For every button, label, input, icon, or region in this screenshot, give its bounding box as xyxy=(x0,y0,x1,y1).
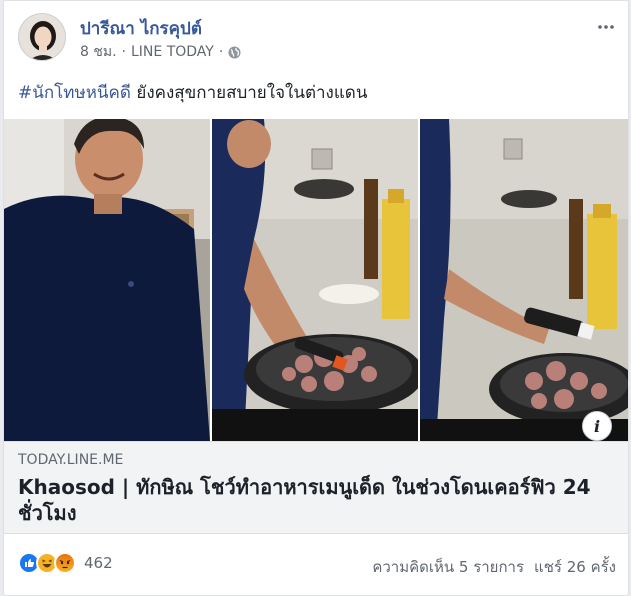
reactions-summary[interactable]: 462 xyxy=(18,552,113,574)
post-footer: 462 ความคิดเห็น 5 รายการ แชร์ 26 ครั้ง xyxy=(18,548,616,578)
link-domain: TODAY.LINE.ME xyxy=(18,452,124,468)
post-time[interactable]: 8 ชม. xyxy=(80,41,117,63)
info-button[interactable]: i xyxy=(582,411,612,441)
more-options-icon[interactable] xyxy=(596,19,616,29)
angry-icon xyxy=(54,552,76,574)
post-text: ยังคงสุขกายสบายใจในต่างแดน xyxy=(130,83,368,103)
link-preview[interactable]: TODAY.LINE.ME Khaosod | ทักษิณ โชว์ทำอาห… xyxy=(4,441,628,534)
link-preview-image[interactable]: i xyxy=(4,119,628,441)
avatar[interactable] xyxy=(18,13,66,61)
meta-separator: · xyxy=(218,44,224,60)
post-header: ปารีณา ไกรคุปต์ 8 ชม. · LINE TODAY · xyxy=(18,13,618,67)
globe-icon[interactable] xyxy=(228,46,241,59)
comments-count-link[interactable]: ความคิดเห็น 5 รายการ xyxy=(372,555,524,579)
shares-count-link[interactable]: แชร์ 26 ครั้ง xyxy=(534,555,616,579)
author-name[interactable]: ปารีณา ไกรคุปต์ xyxy=(80,15,202,42)
hashtag-link[interactable]: #นักโทษหนีคดี xyxy=(18,83,131,103)
reaction-count[interactable]: 462 xyxy=(84,554,113,572)
post-meta: 8 ชม. · LINE TODAY · xyxy=(80,41,241,63)
post-source[interactable]: LINE TODAY xyxy=(131,44,214,60)
post-card: ปารีณา ไกรคุปต์ 8 ชม. · LINE TODAY · #นั… xyxy=(3,0,629,596)
engagement-stats: ความคิดเห็น 5 รายการ แชร์ 26 ครั้ง xyxy=(372,555,616,579)
link-headline[interactable]: Khaosod | ทักษิณ โชว์ทำอาหารเมนูเด็ด ในช… xyxy=(18,474,608,526)
cooking-collage-image xyxy=(4,119,628,441)
post-message: #นักโทษหนีคดี ยังคงสุขกายสบายใจในต่างแดน xyxy=(18,79,367,106)
meta-separator: · xyxy=(121,44,126,60)
